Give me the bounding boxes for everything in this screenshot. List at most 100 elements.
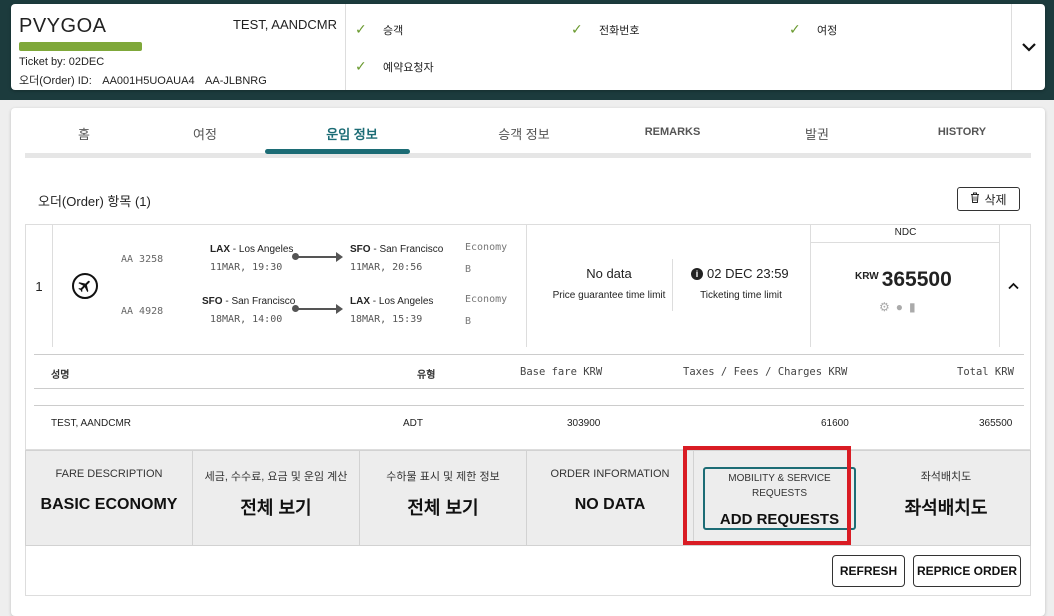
refresh-button[interactable]: REFRESH	[832, 555, 905, 587]
divider	[34, 354, 1024, 355]
row-type: ADT	[403, 418, 423, 429]
check-requester: ✓ 예약요청자	[355, 58, 434, 75]
destination-city: - San Francisco	[370, 244, 444, 255]
destination-code: LAX	[350, 296, 370, 307]
order-id-value: AA001H5UOAUA4	[102, 75, 195, 87]
row-base-fare: 303900	[567, 418, 601, 429]
order-information-value: NO DATA	[574, 496, 646, 513]
order-id-line: 오더(Order) ID: AA001H5UOAUA4 AA-JLBNRG	[19, 72, 275, 88]
ticketing-label: Ticketing time limit	[700, 290, 782, 301]
divider	[672, 259, 673, 311]
info-icon: i	[691, 267, 703, 280]
tax-calculation-label: 세금, 수수료, 요금 및 운임 계산	[204, 471, 348, 483]
baggage-label: 수하물 표시 및 제한 정보	[386, 471, 500, 483]
collapse-button[interactable]	[1008, 277, 1019, 293]
check-icon: ✓	[355, 21, 367, 37]
flight-number: AA 4928	[121, 306, 164, 317]
pnr-code: PVYGOA	[19, 15, 107, 37]
check-itinerary: ✓ 여정	[789, 21, 837, 38]
check-passenger: ✓ 승객	[355, 21, 403, 38]
trash-icon	[970, 192, 980, 206]
fare-description-value: BASIC ECONOMY	[40, 496, 178, 513]
bookmark-icon[interactable]: ▮	[909, 300, 922, 314]
row-name: TEST, AANDCMR	[51, 418, 132, 429]
baggage-view-all[interactable]: 전체 보기	[360, 494, 526, 520]
tab-itinerary[interactable]: 여정	[185, 124, 225, 143]
fare-description-label: FARE DESCRIPTION	[55, 468, 163, 480]
booking-ref: AA-JLBNRG	[205, 75, 267, 87]
origin-code: SFO	[202, 296, 223, 307]
tab-fare-info[interactable]: 운임 정보	[307, 124, 397, 143]
booking-summary: PVYGOA TEST, AANDCMR Ticket by: 02DEC 오더…	[11, 4, 346, 90]
chevron-down-icon	[1021, 43, 1036, 52]
ticketing-time-limit: i 02 DEC 23:59	[691, 266, 789, 281]
col-base-fare: Base fare KRW	[520, 366, 603, 378]
check-icon: ✓	[571, 21, 583, 37]
destination-airport: LAX - Los Angeles	[350, 296, 433, 307]
tab-ticketing[interactable]: 발권	[797, 124, 837, 143]
ndc-label: NDC	[811, 225, 1000, 243]
tab-passenger-info[interactable]: 승객 정보	[481, 124, 567, 143]
booking-class: B	[465, 264, 472, 275]
active-tab-indicator	[265, 149, 410, 154]
check-icon: ✓	[355, 58, 367, 74]
total-price: KRW 365500	[855, 268, 952, 292]
check-label: 예약요청자	[383, 61, 434, 74]
reprice-order-button[interactable]: REPRICE ORDER	[913, 555, 1021, 587]
col-total: Total KRW	[957, 366, 1014, 378]
ndc-price-box: NDC KRW 365500 ⚙●▮	[810, 225, 1000, 347]
origin-airport: LAX - Los Angeles	[210, 244, 293, 255]
tax-view-all[interactable]: 전체 보기	[193, 494, 359, 520]
ticketing-value: 02 DEC 23:59	[707, 266, 789, 281]
order-id-label: 오더(Order) ID:	[19, 75, 92, 87]
check-label: 전화번호	[599, 24, 640, 37]
destination-airport: SFO - San Francisco	[350, 244, 443, 255]
row-total: 365500	[979, 418, 1013, 429]
divider	[34, 405, 1024, 406]
tab-remarks[interactable]: REMARKS	[635, 126, 710, 138]
arrival-time: 11MAR, 20:56	[350, 262, 423, 273]
seat-map-value[interactable]: 좌석배치도	[862, 494, 1030, 520]
check-icon: ✓	[789, 21, 801, 37]
route-arrow-icon	[292, 304, 343, 314]
plane-icon	[72, 273, 98, 299]
row-taxes: 61600	[821, 418, 849, 429]
check-phone: ✓ 전화번호	[571, 21, 639, 38]
seat-map-cell[interactable]: 좌석배치도 좌석배치도	[862, 451, 1030, 545]
origin-city: - Los Angeles	[230, 244, 294, 255]
route-arrow-icon	[292, 252, 343, 262]
tax-calculation-cell[interactable]: 세금, 수수료, 요금 및 운임 계산 전체 보기	[193, 451, 360, 545]
price-guarantee-label: Price guarantee time limit	[552, 290, 666, 301]
col-taxes: Taxes / Fees / Charges KRW	[683, 366, 848, 378]
tab-bar: 홈 여정 운임 정보 승객 정보 REMARKS 발권 HISTORY	[25, 118, 1031, 158]
currency: KRW	[855, 271, 879, 282]
baggage-cell[interactable]: 수하물 표시 및 제한 정보 전체 보기	[360, 451, 527, 545]
booking-class: B	[465, 316, 472, 327]
arrival-time: 18MAR, 15:39	[350, 314, 423, 325]
delete-button[interactable]: 삭제	[957, 187, 1020, 211]
fare-info-strip: FARE DESCRIPTION BASIC ECONOMY 세금, 수수료, …	[25, 450, 1031, 546]
action-bar: REFRESH REPRICE ORDER	[25, 546, 1031, 596]
delete-label: 삭제	[984, 192, 1007, 207]
order-items-title: 오더(Order) 항목 (1)	[38, 194, 151, 209]
gear-icon[interactable]: ⚙	[879, 300, 896, 314]
fare-description-cell[interactable]: FARE DESCRIPTION BASIC ECONOMY	[26, 451, 193, 545]
price-actions: ⚙●▮	[879, 300, 922, 314]
origin-code: LAX	[210, 244, 230, 255]
progress-bar	[19, 42, 142, 51]
col-type: 유형	[417, 370, 436, 381]
flight-number: AA 3258	[121, 254, 164, 265]
header-expand-button[interactable]	[1011, 4, 1045, 90]
departure-time: 11MAR, 19:30	[210, 262, 283, 273]
cabin: Economy	[465, 242, 508, 253]
highlight-box	[683, 446, 851, 545]
check-label: 여정	[817, 24, 838, 37]
tab-home[interactable]: 홈	[69, 124, 99, 143]
tab-history[interactable]: HISTORY	[929, 126, 995, 138]
circle-icon[interactable]: ●	[896, 300, 909, 314]
progress-fill	[19, 42, 142, 51]
order-information-cell: ORDER INFORMATION NO DATA	[527, 451, 694, 545]
chevron-up-icon	[1008, 282, 1019, 290]
fare-info-panel: 홈 여정 운임 정보 승객 정보 REMARKS 발권 HISTORY 오더(O…	[11, 108, 1045, 616]
departure-time: 18MAR, 14:00	[210, 314, 283, 325]
